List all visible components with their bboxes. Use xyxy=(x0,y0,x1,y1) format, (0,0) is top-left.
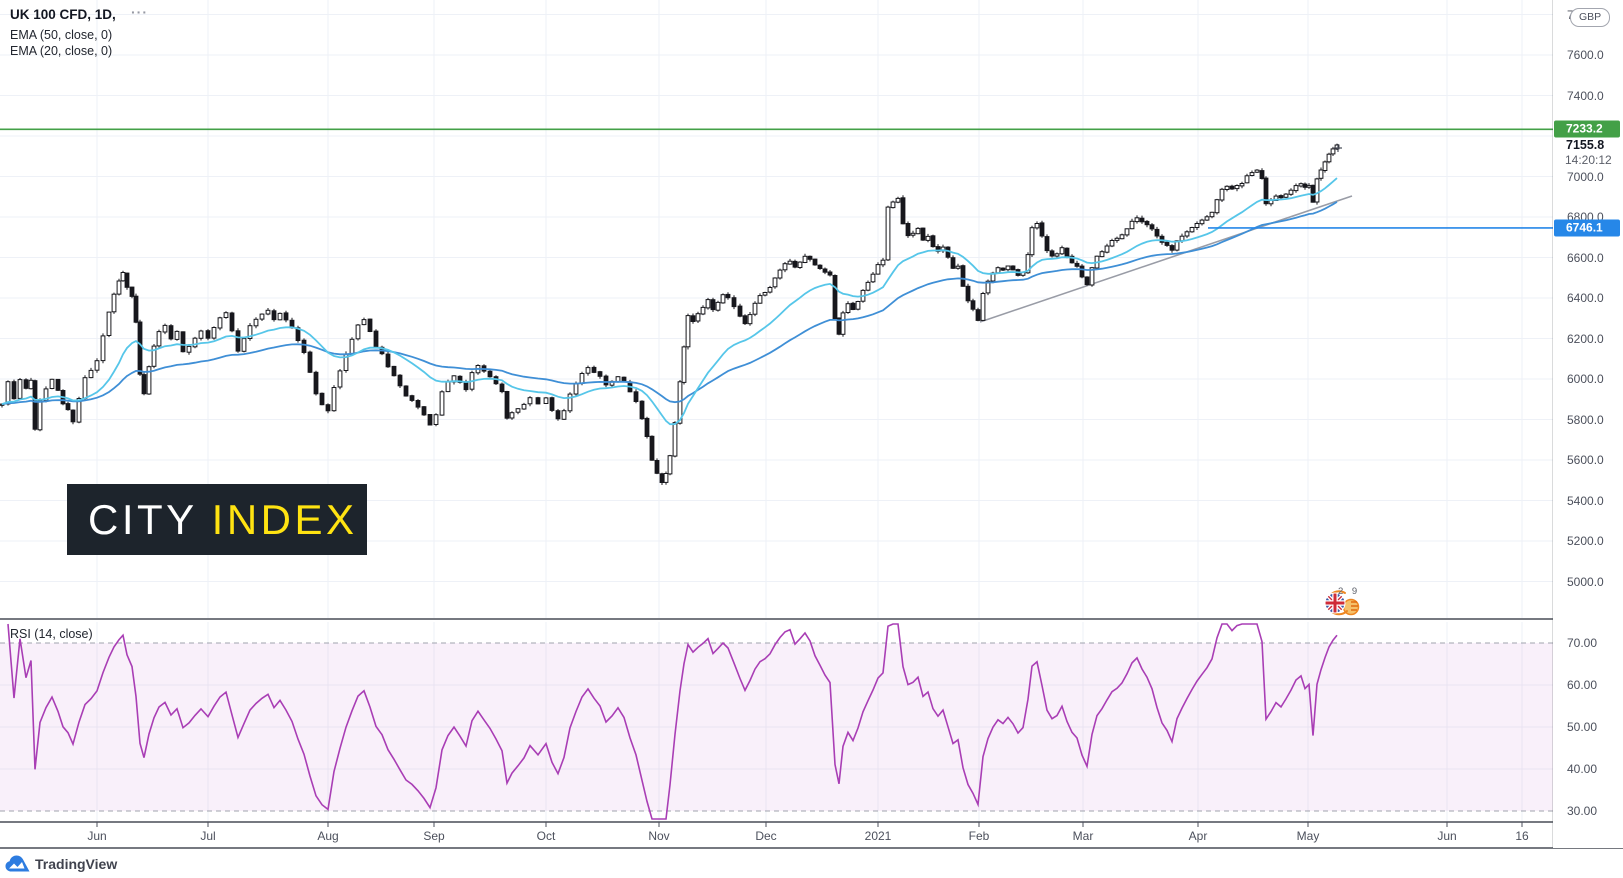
time-tick-label: Dec xyxy=(755,829,776,843)
time-tick-label: May xyxy=(1297,829,1320,843)
price-tick-label: 6400.0 xyxy=(1567,291,1604,305)
price-tick-label: 5000.0 xyxy=(1567,575,1604,589)
event-count-label: 2 9 xyxy=(1338,586,1360,597)
time-tick-label: Sep xyxy=(423,829,444,843)
price-level-badge: 6746.1 xyxy=(1554,219,1620,236)
time-tick-label: 16 xyxy=(1515,829,1528,843)
rsi-tick-label: 50.00 xyxy=(1567,720,1597,734)
time-tick-label: 2021 xyxy=(865,829,892,843)
tradingview-logo[interactable]: TradingView xyxy=(5,855,117,872)
price-axis[interactable]: 7800.07600.07400.07000.06800.06600.06400… xyxy=(1553,0,1623,848)
time-tick-label: Apr xyxy=(1189,829,1208,843)
bar-countdown-label: 14:20:12 xyxy=(1565,153,1612,167)
time-tick-label: Jun xyxy=(1437,829,1456,843)
time-tick-label: Nov xyxy=(648,829,669,843)
time-tick-label: Oct xyxy=(537,829,556,843)
price-tick-label: 7000.0 xyxy=(1567,170,1604,184)
price-tick-label: 5600.0 xyxy=(1567,453,1604,467)
ema20-line xyxy=(2,178,1337,424)
price-tick-label: 5200.0 xyxy=(1567,534,1604,548)
time-tick-label: Jun xyxy=(87,829,106,843)
tradingview-cloud-icon xyxy=(5,855,30,872)
time-tick-label: Jul xyxy=(200,829,215,843)
rsi-tick-label: 60.00 xyxy=(1567,678,1597,692)
candlestick-series xyxy=(0,144,1339,485)
time-tick-label: Feb xyxy=(969,829,990,843)
city-index-word-index: INDEX xyxy=(212,499,358,541)
economic-event-flag-icon[interactable]: 2 9 xyxy=(1321,589,1365,619)
price-tick-label: 7600.0 xyxy=(1567,48,1604,62)
city-index-word-city: CITY xyxy=(88,499,198,541)
price-tick-label: 6000.0 xyxy=(1567,372,1604,386)
price-tick-label: 6600.0 xyxy=(1567,251,1604,265)
price-tick-label: 7400.0 xyxy=(1567,89,1604,103)
currency-toggle-button[interactable]: GBP xyxy=(1570,8,1610,27)
price-level-badge: 7233.2 xyxy=(1554,121,1620,138)
price-chart-canvas[interactable] xyxy=(0,0,1623,878)
last-price-label: 7155.8 xyxy=(1566,138,1604,152)
rsi-tick-label: 40.00 xyxy=(1567,762,1597,776)
time-axis[interactable]: Jun Jul Aug Sep Oct Nov Dec 2021 Feb Mar Apr May Jun… xyxy=(0,822,1553,848)
indicator-label-rsi[interactable]: RSI (14, close) xyxy=(10,627,93,641)
indicator-label-ema20[interactable]: EMA (20, close, 0) xyxy=(10,44,112,58)
city-index-watermark: CITY INDEX xyxy=(67,484,367,555)
symbol-title[interactable]: UK 100 CFD, 1D, xyxy=(10,7,116,22)
rsi-tick-label: 70.00 xyxy=(1567,636,1597,650)
rsi-band xyxy=(0,643,1553,811)
indicator-label-ema50[interactable]: EMA (50, close, 0) xyxy=(10,28,112,42)
trading-chart-app: UK 100 CFD, 1D, ··· EMA (50, close, 0) E… xyxy=(0,0,1623,878)
legend-more-icon[interactable]: ··· xyxy=(131,4,148,20)
rsi-tick-label: 30.00 xyxy=(1567,804,1597,818)
ema50-line xyxy=(2,202,1337,404)
tradingview-wordmark: TradingView xyxy=(35,856,117,872)
time-tick-label: Aug xyxy=(317,829,338,843)
trendline xyxy=(980,196,1352,322)
price-tick-label: 6200.0 xyxy=(1567,332,1604,346)
time-tick-label: Mar xyxy=(1073,829,1094,843)
price-tick-label: 5400.0 xyxy=(1567,494,1604,508)
price-tick-label: 5800.0 xyxy=(1567,413,1604,427)
